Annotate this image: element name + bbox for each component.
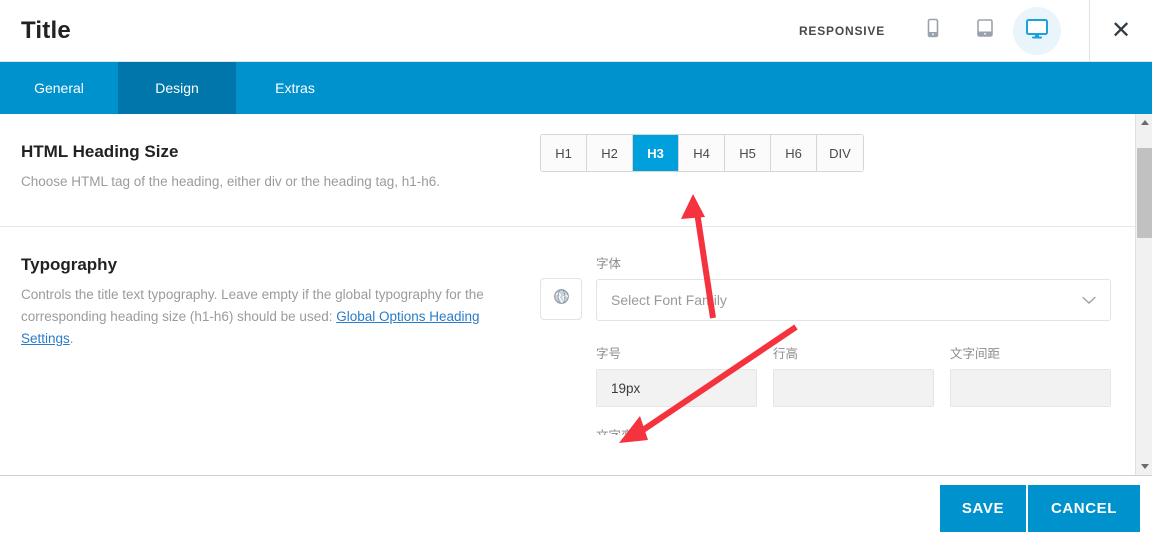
cancel-button-label: CANCEL: [1050, 500, 1118, 517]
section-heading-size: HTML Heading Size Choose HTML tag of the…: [0, 114, 1135, 227]
modal-header: Title RESPONSIVE ✕: [0, 0, 1152, 62]
tablet-device-button[interactable]: [961, 7, 1009, 55]
heading-size-option-h5[interactable]: H5: [725, 135, 771, 171]
globe-icon: [553, 288, 570, 310]
scrollbar-thumb[interactable]: [1137, 148, 1152, 238]
section-heading-size-control: H1 H2 H3 H4 H5 H6 DIV: [540, 134, 1135, 226]
line-height-input[interactable]: [773, 369, 934, 407]
header-controls: RESPONSIVE ✕: [799, 0, 1152, 62]
scroll-up-button[interactable]: [1136, 114, 1152, 131]
scroll-down-button[interactable]: [1136, 458, 1152, 475]
chevron-down-icon: [1082, 294, 1096, 307]
font-family-select[interactable]: Select Font Family: [596, 279, 1111, 321]
heading-size-button-group: H1 H2 H3 H4 H5 H6 DIV: [540, 134, 864, 172]
global-font-toggle-button[interactable]: [540, 278, 582, 320]
caret-down-icon: [1140, 464, 1149, 469]
heading-size-option-h2[interactable]: H2: [587, 135, 633, 171]
line-height-field: 行高: [773, 343, 934, 407]
heading-size-option-div[interactable]: DIV: [817, 135, 863, 171]
tab-bar: General Design Extras: [0, 62, 1152, 114]
font-family-row: 字体 Select Font Family: [540, 253, 1111, 321]
font-family-field: 字体 Select Font Family: [596, 253, 1111, 321]
font-family-value: Select Font Family: [611, 292, 727, 308]
scroll-area: HTML Heading Size Choose HTML tag of the…: [0, 114, 1135, 475]
heading-size-option-h3[interactable]: H3: [633, 135, 679, 171]
tab-extras[interactable]: Extras: [236, 62, 354, 114]
mobile-device-button[interactable]: [909, 7, 957, 55]
close-button[interactable]: ✕: [1090, 0, 1152, 62]
section-description: Choose HTML tag of the heading, either d…: [21, 174, 441, 189]
heading-size-option-h4[interactable]: H4: [679, 135, 725, 171]
typography-measurements-row: 字号 19px 行高 文字间距: [596, 343, 1111, 407]
settings-body: HTML Heading Size Choose HTML tag of the…: [0, 114, 1152, 476]
font-size-input[interactable]: 19px: [596, 369, 757, 407]
section-heading-size-info: HTML Heading Size Choose HTML tag of the…: [0, 142, 540, 226]
save-button[interactable]: SAVE: [940, 485, 1026, 532]
cancel-button[interactable]: CANCEL: [1028, 485, 1140, 532]
font-size-label: 字号: [596, 347, 622, 361]
modal-footer: SAVE CANCEL: [0, 476, 1152, 546]
tablet-icon: [975, 18, 995, 43]
tab-extras-label: Extras: [275, 80, 315, 96]
heading-size-option-h1[interactable]: H1: [541, 135, 587, 171]
heading-size-option-h6[interactable]: H6: [771, 135, 817, 171]
line-height-label: 行高: [773, 347, 799, 361]
save-button-label: SAVE: [961, 500, 1005, 517]
caret-up-icon: [1140, 120, 1149, 125]
section-description: Controls the title text typography. Leav…: [21, 284, 510, 350]
vertical-scrollbar[interactable]: [1135, 114, 1152, 475]
font-family-label: 字体: [596, 257, 622, 271]
section-typography: Typography Controls the title text typog…: [0, 227, 1135, 435]
section-title: Typography: [21, 255, 118, 274]
close-icon: ✕: [1110, 16, 1132, 44]
desktop-device-button[interactable]: [1013, 6, 1061, 55]
section-typography-info: Typography Controls the title text typog…: [0, 255, 540, 435]
tab-design-label: Design: [155, 80, 199, 96]
letter-spacing-input[interactable]: [950, 369, 1111, 407]
tab-general-label: General: [34, 80, 84, 96]
font-size-value: 19px: [611, 380, 641, 396]
desktop-icon: [1025, 18, 1049, 44]
section-title: HTML Heading Size: [21, 142, 179, 161]
typography-desc-after: .: [69, 330, 74, 346]
section-typography-control: 字体 Select Font Family 字号 19px 行高 文字间距: [540, 255, 1135, 435]
settings-modal: Title RESPONSIVE ✕ General Design Extras…: [0, 0, 1152, 546]
tab-general[interactable]: General: [0, 62, 118, 114]
page-title: Title: [21, 16, 71, 44]
font-size-field: 字号 19px: [596, 343, 757, 407]
phone-icon: [925, 18, 941, 43]
letter-spacing-label: 文字间距: [950, 347, 1001, 361]
letter-spacing-field: 文字间距: [950, 343, 1111, 407]
responsive-label: RESPONSIVE: [798, 23, 885, 38]
text-transform-label: 文字变换: [596, 425, 1111, 435]
tab-design[interactable]: Design: [118, 62, 236, 114]
